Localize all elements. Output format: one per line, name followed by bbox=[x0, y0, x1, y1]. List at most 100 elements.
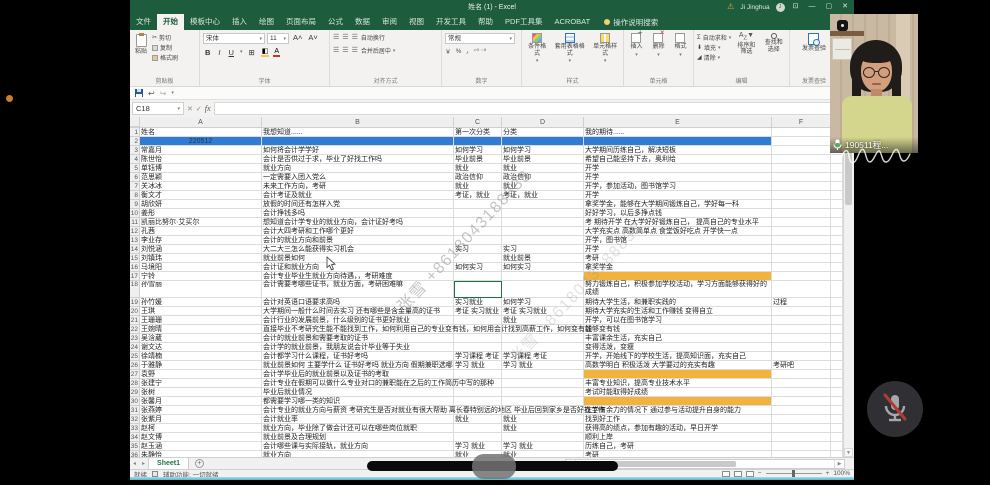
underline-button[interactable]: U bbox=[227, 48, 236, 57]
find-select-button[interactable]: 查找和选择 bbox=[762, 33, 786, 77]
select-all-corner[interactable] bbox=[130, 117, 140, 127]
qat-customize-icon[interactable]: ▾ bbox=[171, 90, 174, 96]
cell-B15[interactable]: 就业前景如何 bbox=[262, 254, 454, 263]
cell-D23[interactable] bbox=[502, 334, 584, 343]
cell-B34[interactable]: 就业前景及合理规划 bbox=[262, 433, 454, 442]
ribbon-tab-1[interactable]: 开始 bbox=[157, 14, 184, 30]
cell-D24[interactable] bbox=[502, 343, 584, 352]
comma-style-icon[interactable]: ٫ bbox=[466, 47, 468, 56]
cell-E15[interactable]: 考研 bbox=[584, 254, 772, 263]
cell-D2[interactable] bbox=[502, 137, 584, 146]
cell-G25[interactable] bbox=[831, 352, 843, 361]
undo-button[interactable]: ↩ bbox=[148, 89, 155, 98]
cell-D19[interactable]: 如何学习 bbox=[502, 298, 584, 307]
cell-F23[interactable] bbox=[772, 334, 831, 343]
cell-G15[interactable] bbox=[831, 254, 843, 263]
cell-A25[interactable]: 徐靖楠 bbox=[140, 352, 262, 361]
cell-G7[interactable] bbox=[831, 182, 843, 191]
row-header-29[interactable]: 29 bbox=[130, 388, 140, 397]
ribbon-tab-11[interactable]: 帮助 bbox=[472, 14, 499, 30]
cell-B31[interactable]: 会计专业的就业方向与薪资 考研究生是否对就业有很大帮助 离长春特别远的地区 毕业… bbox=[262, 406, 454, 415]
cell-A13[interactable]: 李业存 bbox=[140, 236, 262, 245]
cell-F12[interactable] bbox=[772, 227, 831, 236]
cell-F15[interactable] bbox=[772, 254, 831, 263]
cell-B10[interactable]: 会计挣钱多吗 bbox=[262, 209, 454, 218]
cell-A23[interactable]: 吴浛葳 bbox=[140, 334, 262, 343]
cell-F3[interactable] bbox=[772, 146, 831, 155]
delete-cells-button[interactable]: 删除▾ bbox=[651, 33, 665, 77]
fill-color-button[interactable]: ◧ bbox=[261, 47, 270, 57]
cell-D16[interactable]: 如何实习 bbox=[502, 263, 584, 272]
cell-D9[interactable] bbox=[502, 200, 584, 209]
sheet-nav-right-icon[interactable]: ▸ bbox=[139, 460, 148, 467]
row-header-34[interactable]: 34 bbox=[130, 433, 140, 442]
ribbon-tab-0[interactable]: 文件 bbox=[130, 14, 157, 30]
cell-B27[interactable]: 会计学毕业后的就业前景以及证书的考取 bbox=[262, 370, 454, 379]
cell-G16[interactable] bbox=[831, 263, 843, 272]
column-header-A[interactable]: A bbox=[140, 117, 262, 127]
ribbon-tab-2[interactable]: 模板中心 bbox=[184, 14, 226, 30]
cell-F35[interactable] bbox=[772, 442, 831, 451]
cell-D8[interactable]: 考证，就业 bbox=[502, 191, 584, 200]
cell-C26[interactable]: 学习 就业 bbox=[454, 361, 502, 370]
normal-view-button[interactable] bbox=[722, 471, 730, 477]
cell-B19[interactable]: 会计对英语口语要求高吗 bbox=[262, 298, 454, 307]
cell-A10[interactable]: 姜彤 bbox=[140, 209, 262, 218]
cell-G20[interactable] bbox=[831, 307, 843, 316]
cell-G28[interactable] bbox=[831, 379, 843, 388]
cell-C11[interactable] bbox=[454, 218, 502, 227]
row-header-11[interactable]: 11 bbox=[130, 218, 140, 227]
paste-button[interactable]: 粘贴 bbox=[133, 33, 149, 77]
row-header-31[interactable]: 31 bbox=[130, 406, 140, 415]
cell-A32[interactable]: 张紫月 bbox=[140, 415, 262, 424]
cell-D5[interactable]: 就业 bbox=[502, 164, 584, 173]
accounting-format-icon[interactable]: ￥ bbox=[445, 47, 451, 56]
cell-C3[interactable]: 如何学习 bbox=[454, 146, 502, 155]
zoom-slider-thumb[interactable] bbox=[792, 470, 795, 477]
page-break-view-button[interactable] bbox=[746, 471, 754, 477]
cell-F10[interactable] bbox=[772, 209, 831, 218]
cell-C20[interactable]: 考证 实习就业 bbox=[454, 307, 502, 316]
cell-E10[interactable]: 好好学习，以后多挣点钱 bbox=[584, 209, 772, 218]
cell-E18[interactable]: 努力锻炼自己，积极参加学校活动，学习方面能够获得好的成绩 bbox=[584, 281, 772, 298]
cell-B12[interactable]: 会计大四考研和工作哪个更好 bbox=[262, 227, 454, 236]
row-header-5[interactable]: 5 bbox=[130, 164, 140, 173]
cell-A27[interactable]: 袁野 bbox=[140, 370, 262, 379]
minimize-button[interactable]: — bbox=[807, 0, 818, 14]
row-header-28[interactable]: 28 bbox=[130, 379, 140, 388]
cell-F27[interactable] bbox=[772, 370, 831, 379]
cell-C12[interactable] bbox=[454, 227, 502, 236]
cell-A1[interactable]: 姓名 bbox=[140, 128, 262, 137]
row-header-8[interactable]: 8 bbox=[130, 191, 140, 200]
cell-D35[interactable]: 学习 就业 bbox=[502, 442, 584, 451]
cell-A7[interactable]: 关冰冰 bbox=[140, 182, 262, 191]
cell-A8[interactable]: 衡文才 bbox=[140, 191, 262, 200]
cell-D1[interactable]: 分类 bbox=[502, 128, 584, 137]
cell-E13[interactable]: 开学，图书馆 bbox=[584, 236, 772, 245]
mute-button[interactable] bbox=[867, 381, 923, 437]
row-header-19[interactable]: 19 bbox=[130, 298, 140, 307]
shrink-font-button[interactable]: A˅ bbox=[306, 33, 319, 44]
cell-A2[interactable]: 220512 bbox=[140, 137, 262, 146]
cell-C13[interactable] bbox=[454, 236, 502, 245]
insert-cells-button[interactable]: 插入▾ bbox=[629, 33, 643, 77]
ribbon-tab-13[interactable]: ACROBAT bbox=[549, 14, 597, 30]
row-header-21[interactable]: 21 bbox=[130, 316, 140, 325]
copy-button[interactable]: 复制 bbox=[152, 43, 178, 52]
cell-E34[interactable]: 顺利上岸 bbox=[584, 433, 772, 442]
row-header-22[interactable]: 22 bbox=[130, 325, 140, 334]
cell-D30[interactable] bbox=[502, 397, 584, 406]
cell-A14[interactable]: 刘悦涵 bbox=[140, 245, 262, 254]
cell-G8[interactable] bbox=[831, 191, 843, 200]
number-format-select[interactable]: 常规▾ bbox=[445, 33, 515, 44]
cell-B20[interactable]: 大学期间一般什么时间去实习 还有哪些是含金量高的证书 bbox=[262, 307, 454, 316]
cell-D3[interactable]: 如何学习 bbox=[502, 146, 584, 155]
invoice-check-button[interactable]: 发票查验 bbox=[801, 33, 827, 77]
cell-F30[interactable] bbox=[772, 397, 831, 406]
cell-C23[interactable] bbox=[454, 334, 502, 343]
cell-D6[interactable]: 政治信仰 bbox=[502, 173, 584, 182]
ribbon-tab-8[interactable]: 审阅 bbox=[376, 14, 403, 30]
cell-E12[interactable]: 大学充实点 高数简单点 食堂饭好吃点 开学快一点 bbox=[584, 227, 772, 236]
cell-E11[interactable]: 考 期待开学 在大学好好锻炼自己， 提高自己的专业水平 bbox=[584, 218, 772, 227]
cell-A34[interactable]: 赵文博 bbox=[140, 433, 262, 442]
